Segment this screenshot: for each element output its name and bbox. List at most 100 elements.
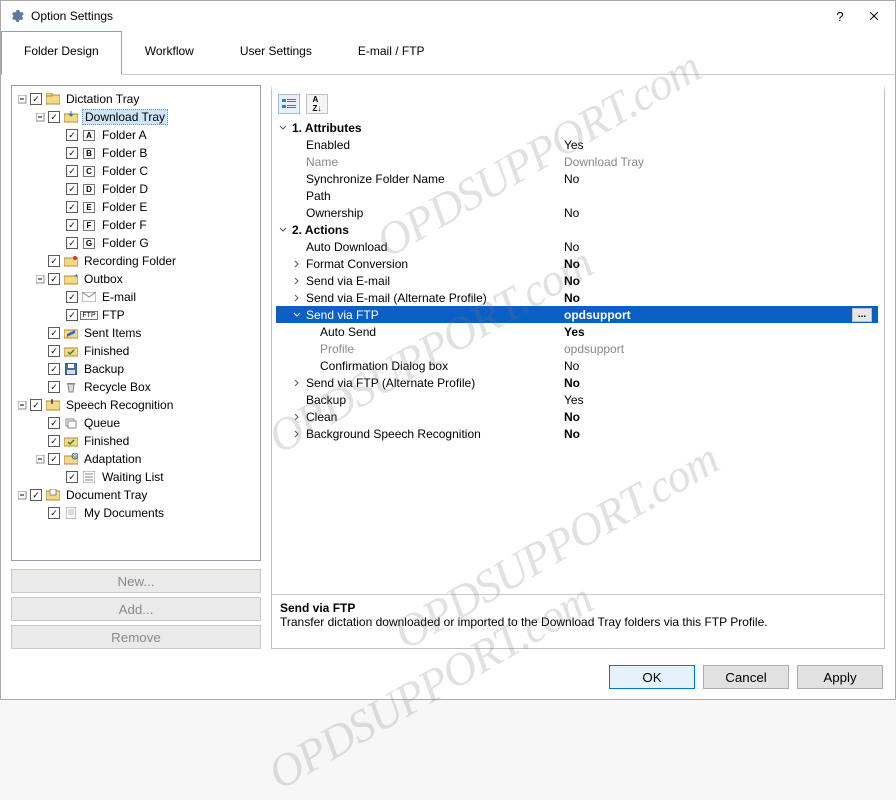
property-value[interactable]: opdsupport (560, 342, 878, 356)
checkbox[interactable]: ✓ (66, 183, 78, 195)
tree-item[interactable]: ✓My Documents (16, 504, 256, 522)
tree-item[interactable]: ✓Document Tray (16, 486, 256, 504)
property-value[interactable]: Yes (560, 325, 878, 339)
chevron-right-icon[interactable] (290, 377, 304, 389)
checkbox[interactable]: ✓ (30, 399, 42, 411)
tree-item[interactable]: ✓Finished (16, 342, 256, 360)
ok-button[interactable]: OK (609, 665, 695, 689)
tab-workflow[interactable]: Workflow (122, 31, 217, 74)
tree-item[interactable]: ✓CFolder C (16, 162, 256, 180)
tree-item[interactable]: ✓Speech Recognition (16, 396, 256, 414)
ellipsis-button[interactable]: ... (852, 308, 872, 322)
property-value[interactable]: No (560, 240, 878, 254)
checkbox[interactable]: ✓ (48, 417, 60, 429)
checkbox[interactable]: ✓ (30, 489, 42, 501)
help-button[interactable]: ? (823, 3, 857, 29)
property-value[interactable]: No (560, 410, 878, 424)
tree-item[interactable]: ✓AFolder A (16, 126, 256, 144)
property-category[interactable]: 1. Attributes (276, 119, 878, 136)
property-value[interactable]: Yes (560, 393, 878, 407)
property-row[interactable]: BackupYes (276, 391, 878, 408)
tree-item[interactable]: ✓Adaptation (16, 450, 256, 468)
tab-folder-design[interactable]: Folder Design (1, 31, 122, 75)
tree-item[interactable]: ✓BFolder B (16, 144, 256, 162)
checkbox[interactable]: ✓ (66, 147, 78, 159)
folder-tree[interactable]: ✓Dictation Tray✓Download Tray✓AFolder A✓… (11, 85, 261, 561)
property-value[interactable]: No (560, 206, 878, 220)
checkbox[interactable]: ✓ (48, 327, 60, 339)
chevron-down-icon[interactable] (276, 122, 290, 134)
tree-item[interactable]: ✓Backup (16, 360, 256, 378)
property-value[interactable]: No (560, 291, 878, 305)
property-row[interactable]: Send via E-mailNo (276, 272, 878, 289)
close-button[interactable] (857, 3, 891, 29)
tree-item[interactable]: ✓E-mail (16, 288, 256, 306)
checkbox[interactable]: ✓ (48, 273, 60, 285)
tree-item[interactable]: ✓Dictation Tray (16, 90, 256, 108)
apply-button[interactable]: Apply (797, 665, 883, 689)
tree-item[interactable]: ✓Queue (16, 414, 256, 432)
property-row[interactable]: Path (276, 187, 878, 204)
property-row[interactable]: Confirmation Dialog boxNo (276, 357, 878, 374)
checkbox[interactable]: ✓ (48, 453, 60, 465)
tab-user-settings[interactable]: User Settings (217, 31, 335, 74)
collapse-icon[interactable] (16, 93, 28, 105)
property-value[interactable]: No (560, 274, 878, 288)
tree-item[interactable]: ✓GFolder G (16, 234, 256, 252)
checkbox[interactable]: ✓ (66, 471, 78, 483)
chevron-down-icon[interactable] (276, 224, 290, 236)
property-row[interactable]: Send via FTPopdsupport... (276, 306, 878, 323)
property-row[interactable]: Send via FTP (Alternate Profile)No (276, 374, 878, 391)
tree-item[interactable]: ✓FFolder F (16, 216, 256, 234)
checkbox[interactable]: ✓ (48, 507, 60, 519)
checkbox[interactable]: ✓ (66, 165, 78, 177)
property-value[interactable]: opdsupport... (560, 308, 878, 322)
tree-item[interactable]: ✓Waiting List (16, 468, 256, 486)
checkbox[interactable]: ✓ (66, 291, 78, 303)
tree-item[interactable]: ✓Sent Items (16, 324, 256, 342)
collapse-icon[interactable] (34, 111, 46, 123)
tree-item[interactable]: ✓EFolder E (16, 198, 256, 216)
checkbox[interactable]: ✓ (66, 129, 78, 141)
collapse-icon[interactable] (16, 399, 28, 411)
chevron-right-icon[interactable] (290, 428, 304, 440)
property-value[interactable]: Download Tray (560, 155, 878, 169)
property-value[interactable]: No (560, 376, 878, 390)
checkbox[interactable]: ✓ (48, 111, 60, 123)
property-row[interactable]: EnabledYes (276, 136, 878, 153)
property-row[interactable]: Format ConversionNo (276, 255, 878, 272)
tree-item[interactable]: ✓Recycle Box (16, 378, 256, 396)
tree-item[interactable]: ✓Download Tray (16, 108, 256, 126)
property-value[interactable]: No (560, 359, 878, 373)
tree-item[interactable]: ✓Finished (16, 432, 256, 450)
checkbox[interactable]: ✓ (66, 219, 78, 231)
property-row[interactable]: Background Speech RecognitionNo (276, 425, 878, 442)
checkbox[interactable]: ✓ (66, 237, 78, 249)
checkbox[interactable]: ✓ (48, 345, 60, 357)
collapse-icon[interactable] (34, 273, 46, 285)
property-value[interactable]: No (560, 427, 878, 441)
checkbox[interactable]: ✓ (30, 93, 42, 105)
tree-item[interactable]: ✓Recording Folder (16, 252, 256, 270)
property-row[interactable]: Profileopdsupport (276, 340, 878, 357)
tab-email-ftp[interactable]: E-mail / FTP (335, 31, 448, 74)
tree-item[interactable]: ✓DFolder D (16, 180, 256, 198)
property-value[interactable]: No (560, 172, 878, 186)
property-row[interactable]: NameDownload Tray (276, 153, 878, 170)
checkbox[interactable]: ✓ (48, 381, 60, 393)
tree-item[interactable]: ✓FTPFTP (16, 306, 256, 324)
chevron-right-icon[interactable] (290, 258, 304, 270)
chevron-right-icon[interactable] (290, 275, 304, 287)
checkbox[interactable]: ✓ (48, 435, 60, 447)
property-row[interactable]: Send via E-mail (Alternate Profile)No (276, 289, 878, 306)
property-row[interactable]: Synchronize Folder NameNo (276, 170, 878, 187)
alphabetical-button[interactable]: AZ↓ (306, 94, 328, 114)
checkbox[interactable]: ✓ (48, 255, 60, 267)
checkbox[interactable]: ✓ (66, 201, 78, 213)
chevron-right-icon[interactable] (290, 411, 304, 423)
checkbox[interactable]: ✓ (66, 309, 78, 321)
categorized-button[interactable] (278, 94, 300, 114)
property-value[interactable]: Yes (560, 138, 878, 152)
property-grid[interactable]: 1. AttributesEnabledYesNameDownload Tray… (272, 117, 884, 594)
property-row[interactable]: OwnershipNo (276, 204, 878, 221)
